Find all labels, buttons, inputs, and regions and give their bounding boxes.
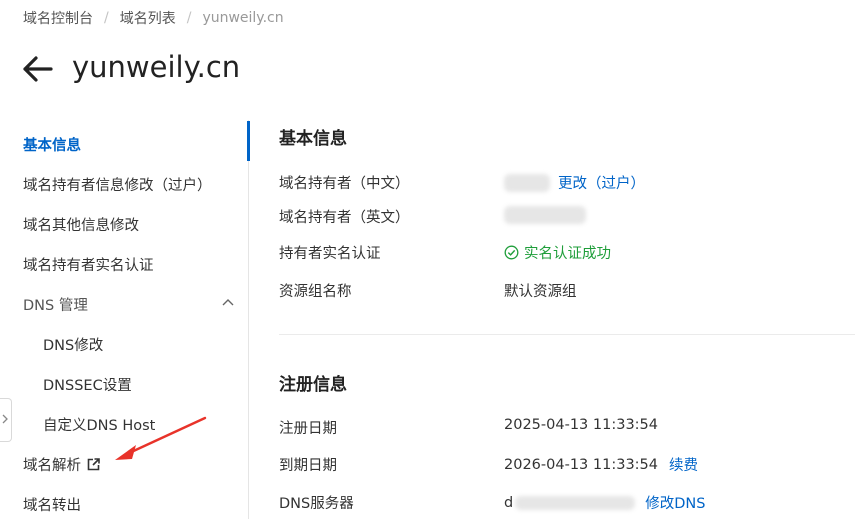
label-registration-date: 注册日期: [279, 421, 337, 437]
sidebar-item-label: 域名解析: [23, 458, 81, 474]
sidebar-item-dnssec[interactable]: DNSSEC设置: [43, 374, 132, 395]
sidebar-collapse-toggle[interactable]: [0, 398, 12, 442]
breadcrumb-domain-console[interactable]: 域名控制台: [23, 8, 93, 28]
sidebar-item-owner-change[interactable]: 域名持有者信息修改（过户）: [23, 174, 212, 195]
label-expiry-date: 到期日期: [279, 458, 337, 474]
sidebar-active-indicator: [247, 121, 250, 161]
chevron-right-icon: [2, 414, 8, 424]
arrow-left-icon[interactable]: [21, 54, 53, 84]
sidebar-item-domain-resolve[interactable]: 域名解析: [23, 454, 100, 475]
section-title-registration: 注册信息: [279, 375, 347, 395]
dns-server-text: d: [504, 494, 514, 511]
value-dns-server: d 修改DNS: [504, 492, 705, 513]
breadcrumb-current: yunweily.cn: [202, 10, 284, 26]
value-resource-group: 默认资源组: [504, 284, 577, 300]
label-owner-cn: 域名持有者（中文）: [279, 176, 410, 192]
change-owner-link[interactable]: 更改（过户）: [558, 172, 645, 193]
sidebar-item-real-name[interactable]: 域名持有者实名认证: [23, 254, 154, 275]
status-badge: 实名认证成功: [504, 242, 611, 263]
annotation-arrow-icon: [115, 416, 207, 460]
label-resource-group: 资源组名称: [279, 284, 352, 300]
sidebar-divider: [248, 120, 249, 519]
sidebar-item-other-info[interactable]: 域名其他信息修改: [23, 214, 139, 235]
status-text: 实名认证成功: [524, 246, 611, 262]
section-title-basic-info: 基本信息: [279, 129, 347, 149]
value-owner-en: [504, 206, 586, 224]
sidebar-item-transfer-out[interactable]: 域名转出: [23, 494, 81, 515]
value-expiry-date: 2026-04-13 11:33:54 续费: [504, 454, 698, 475]
chevron-up-icon[interactable]: [221, 297, 235, 307]
redacted-owner-cn: [504, 173, 550, 192]
value-real-name: 实名认证成功: [504, 242, 611, 263]
redacted-dns-server: [515, 495, 636, 510]
label-real-name: 持有者实名认证: [279, 246, 381, 262]
value-owner-cn: 更改（过户）: [504, 172, 645, 193]
check-circle-icon: [504, 245, 519, 260]
page-title: yunweily.cn: [72, 50, 241, 84]
sidebar-item-basic-info[interactable]: 基本信息: [23, 134, 81, 155]
external-link-icon: [87, 458, 100, 471]
breadcrumb-domain-list[interactable]: 域名列表: [120, 8, 176, 28]
breadcrumb-separator: /: [104, 10, 109, 26]
section-divider: [279, 334, 855, 335]
breadcrumb: 域名控制台 / 域名列表 / yunweily.cn: [23, 8, 284, 28]
sidebar-group-dns[interactable]: DNS 管理: [23, 294, 88, 315]
label-owner-en: 域名持有者（英文）: [279, 210, 410, 226]
renew-link[interactable]: 续费: [669, 454, 698, 475]
sidebar-item-dns-modify[interactable]: DNS修改: [43, 334, 103, 355]
breadcrumb-separator: /: [186, 10, 192, 26]
expiry-date-text: 2026-04-13 11:33:54: [504, 456, 658, 473]
label-dns-server: DNS服务器: [279, 496, 354, 512]
redacted-owner-en: [504, 206, 586, 224]
value-registration-date: 2025-04-13 11:33:54: [504, 417, 658, 433]
modify-dns-link[interactable]: 修改DNS: [645, 492, 705, 513]
